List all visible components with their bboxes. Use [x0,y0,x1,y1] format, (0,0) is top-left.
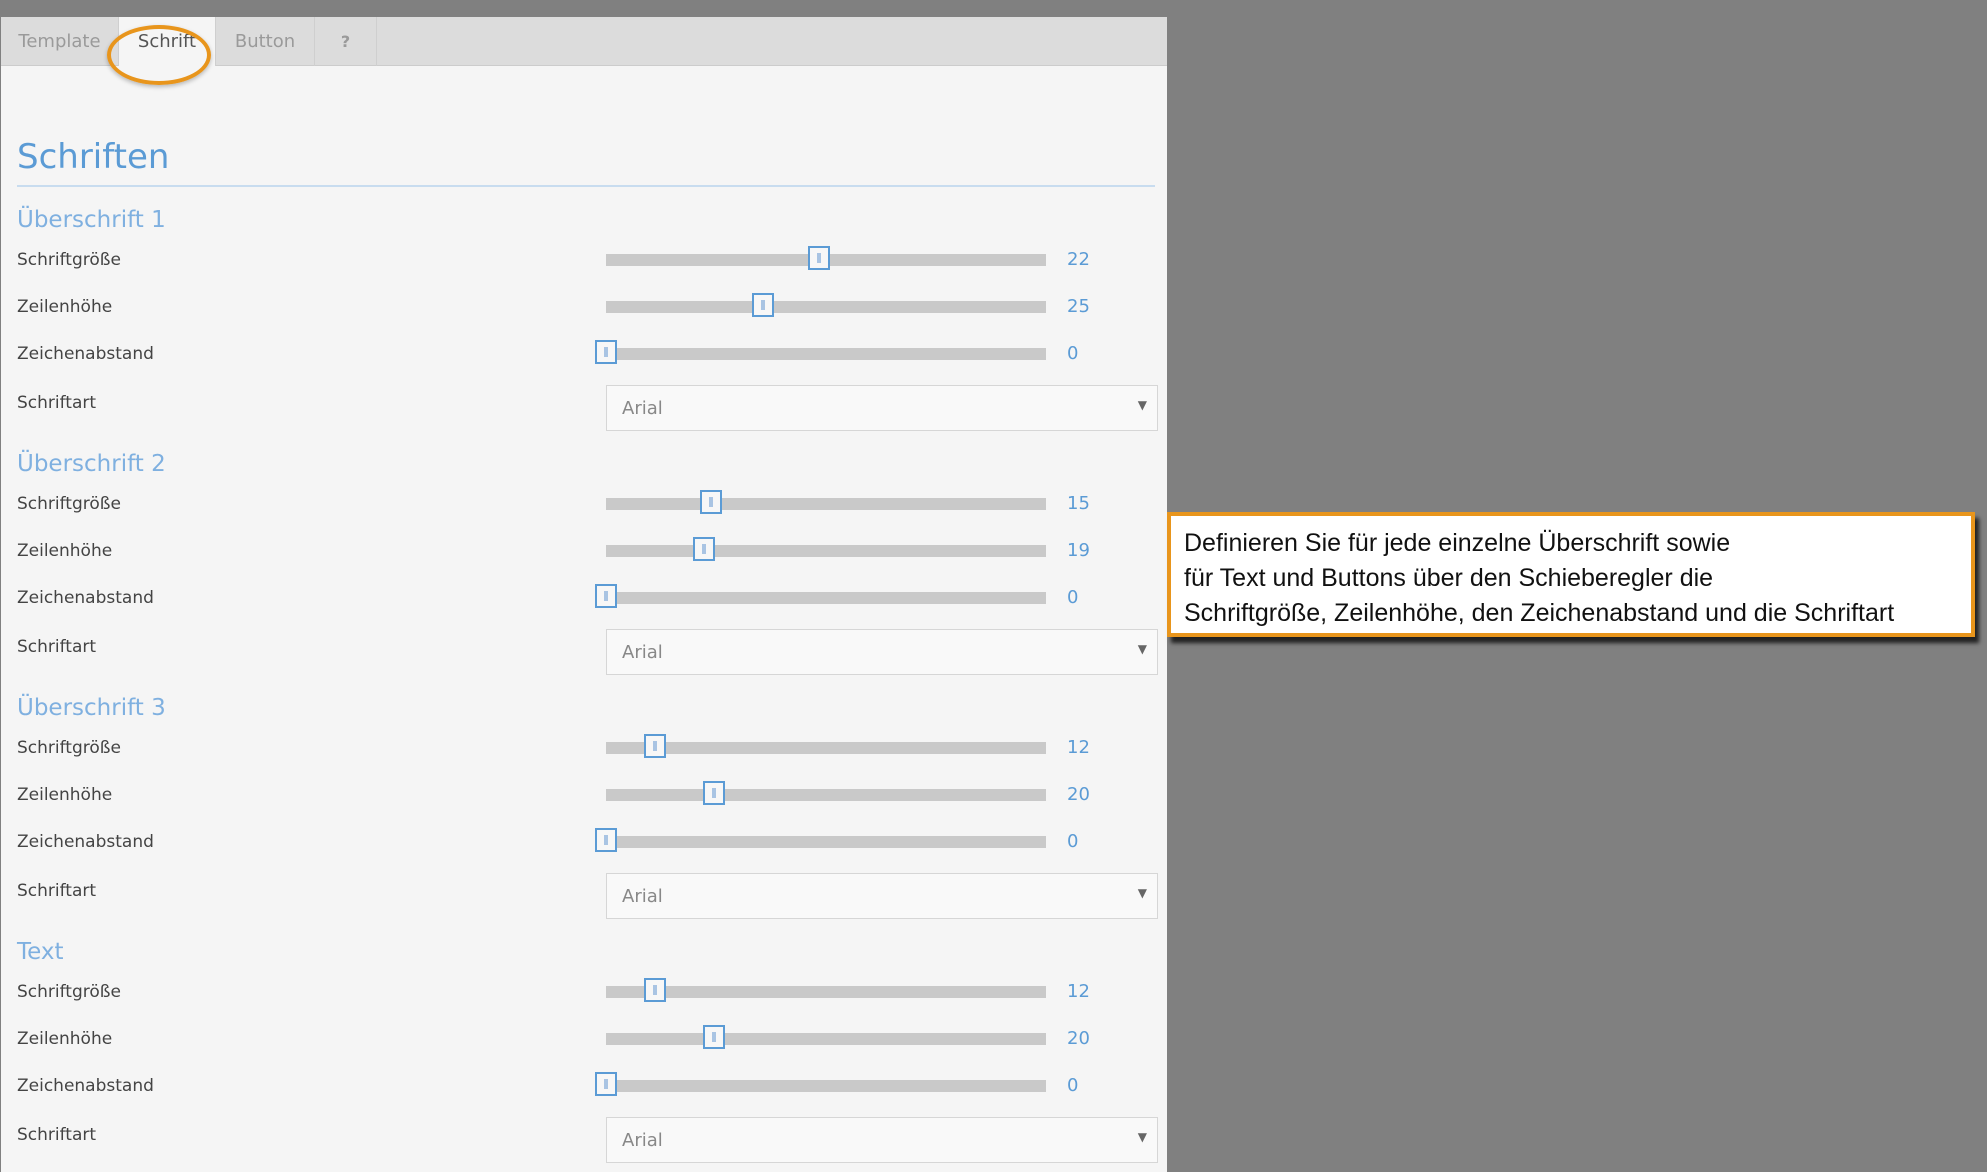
section-2-line-height-slider-handle[interactable] [692,537,715,561]
section-4-line-height-label: Zeilenhöhe [17,1029,113,1049]
section-2-letter-spacing-slider[interactable] [595,584,1046,608]
section-1-line-height-slider[interactable] [606,293,1046,317]
section-1-letter-spacing-value: 0 [1067,343,1079,364]
section-2-font-family-label: Schriftart [17,637,97,657]
section-4-letter-spacing-value: 0 [1067,1075,1079,1096]
section-4-font-size-slider-handle[interactable] [644,978,667,1002]
callout-line-2: für Text und Buttons über den Schiebereg… [1184,564,1714,592]
page-title: Schriften [17,137,170,177]
section-1-font-size-label: Schriftgröße [17,250,121,270]
section-3-letter-spacing-value: 0 [1067,831,1079,852]
section-2-line-height-label: Zeilenhöhe [17,541,113,561]
section-1-line-height-label: Zeilenhöhe [17,297,113,317]
chevron-down-icon[interactable]: ▼ [1138,886,1147,900]
section-4-line-height-slider-handle[interactable] [702,1025,725,1049]
chevron-down-icon[interactable]: ▼ [1138,1130,1147,1144]
section-4-heading: Text [17,939,64,965]
section-2-letter-spacing-value: 0 [1067,587,1079,608]
section-3-heading: Überschrift 3 [17,695,166,721]
chevron-down-icon[interactable]: ▼ [1138,398,1147,412]
tab-bar: Template Schrift Button ? [1,17,1167,66]
section-4-font-family-select[interactable]: Arial ▼ [606,1117,1158,1163]
section-1-font-size-value: 22 [1067,249,1090,270]
section-4-font-family-label: Schriftart [17,1125,97,1145]
section-2-line-height-slider[interactable] [606,537,1046,561]
section-3-letter-spacing-slider-handle[interactable] [595,828,617,852]
section-2-font-family-value: Arial [622,641,663,663]
section-3-font-family-label: Schriftart [17,881,97,901]
section-1-font-size-slider[interactable] [606,246,1046,270]
section-4-letter-spacing-slider[interactable] [595,1072,1046,1096]
section-4-line-height-slider[interactable] [606,1025,1046,1049]
section-2-line-height-value: 19 [1067,540,1090,561]
section-1-font-family-label: Schriftart [17,393,97,413]
section-4-line-height-value: 20 [1067,1028,1090,1049]
section-3-line-height-value: 20 [1067,784,1090,805]
section-1-line-height-slider-handle[interactable] [752,293,775,317]
section-1-font-family-value: Arial [622,397,663,419]
section-2-font-size-value: 15 [1067,493,1090,514]
tab-template[interactable]: Template [1,17,119,66]
settings-panel: Template Schrift Button ? Schriften Über… [1,17,1167,1172]
section-4-letter-spacing-label: Zeichenabstand [17,1076,154,1096]
section-2-font-size-label: Schriftgröße [17,494,121,514]
chevron-down-icon[interactable]: ▼ [1138,642,1147,656]
section-4-font-size-label: Schriftgröße [17,982,121,1002]
section-3-line-height-slider-handle[interactable] [702,781,725,805]
section-4-font-size-value: 12 [1067,981,1090,1002]
instruction-callout: Definieren Sie für jede einzelne Übersch… [1167,512,1975,637]
section-3-line-height-label: Zeilenhöhe [17,785,113,805]
section-3-font-size-slider-handle[interactable] [644,734,667,758]
section-2-font-family-select[interactable]: Arial ▼ [606,629,1158,675]
section-3-line-height-slider[interactable] [606,781,1046,805]
section-3-font-family-select[interactable]: Arial ▼ [606,873,1158,919]
title-divider [17,185,1155,187]
section-1-letter-spacing-slider-handle[interactable] [595,340,617,364]
section-1-font-family-select[interactable]: Arial ▼ [606,385,1158,431]
section-2-letter-spacing-label: Zeichenabstand [17,588,154,608]
section-1-letter-spacing-label: Zeichenabstand [17,344,154,364]
section-4-font-family-value: Arial [622,1129,663,1151]
section-1-font-size-slider-handle[interactable] [808,246,831,270]
section-3-font-family-value: Arial [622,885,663,907]
section-3-font-size-label: Schriftgröße [17,738,121,758]
section-2-font-size-slider[interactable] [606,490,1046,514]
callout-line-1: Definieren Sie für jede einzelne Übersch… [1184,529,1731,557]
section-1-heading: Überschrift 1 [17,207,166,233]
section-3-letter-spacing-label: Zeichenabstand [17,832,154,852]
section-1-letter-spacing-slider[interactable] [595,340,1046,364]
section-3-font-size-value: 12 [1067,737,1090,758]
section-2-heading: Überschrift 2 [17,451,166,477]
callout-line-3: Schriftgröße, Zeilenhöhe, den Zeichenabs… [1184,599,1895,627]
tab-schrift[interactable]: Schrift [119,17,216,66]
section-4-letter-spacing-slider-handle[interactable] [595,1072,617,1096]
section-2-font-size-slider-handle[interactable] [700,490,723,514]
section-4-font-size-slider[interactable] [606,978,1046,1002]
section-3-font-size-slider[interactable] [606,734,1046,758]
section-3-letter-spacing-slider[interactable] [595,828,1046,852]
tab-button[interactable]: Button [216,17,315,66]
section-2-letter-spacing-slider-handle[interactable] [595,584,617,608]
section-1-line-height-value: 25 [1067,296,1090,317]
tab-help[interactable]: ? [315,17,377,66]
